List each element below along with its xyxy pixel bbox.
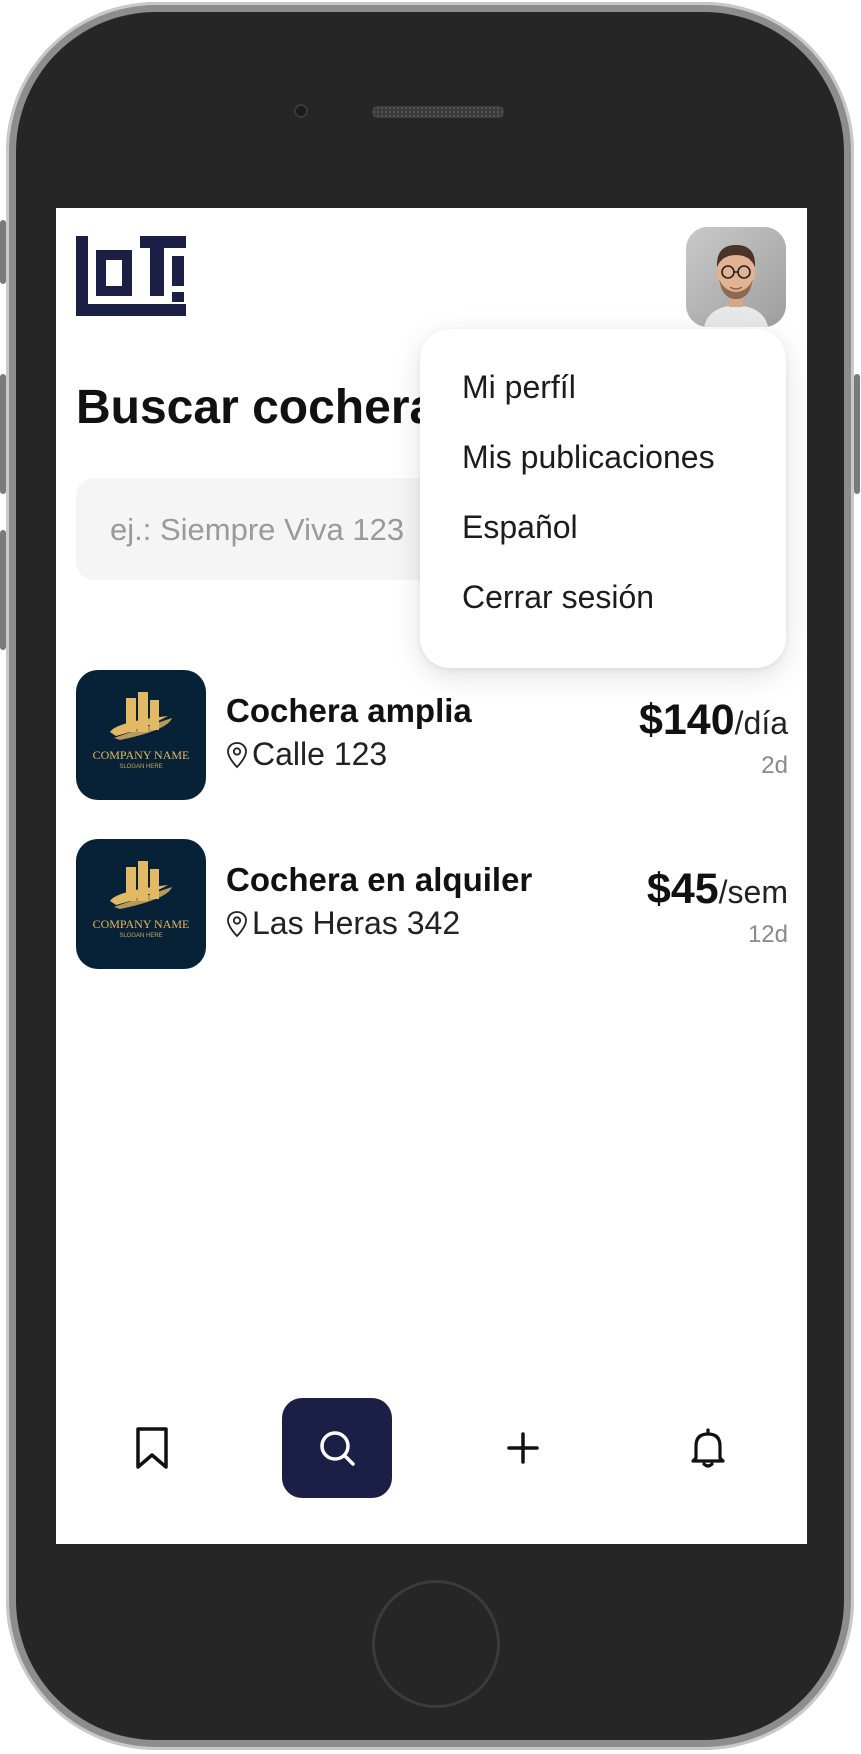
profile-dropdown-menu: Mi perfíl Mis publicaciones Español Cerr… (420, 329, 786, 668)
listing-thumbnail: COMPANY NAME SLOGAN HERE (76, 670, 206, 800)
nav-notifications[interactable] (653, 1398, 763, 1498)
price-unit: /sem (718, 874, 788, 910)
home-button[interactable] (372, 1580, 500, 1708)
company-name-text: COMPANY NAME (92, 917, 190, 931)
menu-item-publications[interactable]: Mis publicaciones (462, 439, 715, 476)
page-title: Buscar cocheras (76, 381, 463, 434)
plus-icon (507, 1432, 539, 1464)
price-amount: $140 (638, 696, 735, 744)
price-amount: $45 (646, 865, 719, 913)
listing-title: Cochera en alquiler (226, 861, 533, 898)
listing-price: $45/sem (647, 865, 788, 914)
company-slogan-text: SLOGAN HERE (119, 933, 163, 939)
company-name-text: COMPANY NAME (92, 748, 190, 762)
listing-address-text: Calle 123 (252, 736, 388, 772)
menu-item-logout[interactable]: Cerrar sesión (462, 579, 654, 616)
listing-card[interactable]: COMPANY NAME SLOGAN HERE Cochera amplia … (76, 670, 788, 802)
side-button (854, 374, 860, 494)
side-button (0, 374, 6, 494)
app-screen: Buscar cocheras COMPANY NAME SLOGAN HERE… (56, 208, 807, 1544)
listing-age: 2d (761, 752, 788, 779)
listing-age: 12d (747, 921, 788, 948)
listing-address: Calle 123 (226, 736, 387, 773)
listing-price: $140/día (639, 696, 788, 745)
company-logo-icon (110, 861, 172, 909)
menu-item-profile[interactable]: Mi perfíl (462, 369, 576, 406)
listing-address: Las Heras 342 (226, 905, 460, 942)
listing-card[interactable]: COMPANY NAME SLOGAN HERE Cochera en alqu… (76, 839, 788, 971)
speaker (372, 106, 504, 118)
search-icon (320, 1431, 355, 1466)
user-avatar[interactable] (686, 227, 786, 327)
menu-item-language[interactable]: Español (462, 509, 578, 546)
bell-icon (691, 1428, 725, 1468)
location-pin-icon (227, 910, 247, 937)
side-button (0, 530, 6, 650)
app-logo[interactable] (76, 236, 186, 316)
location-pin-icon (227, 741, 247, 768)
side-button (0, 220, 6, 284)
company-slogan-text: SLOGAN HERE (119, 764, 163, 770)
nav-bookmarks[interactable] (97, 1398, 207, 1498)
company-logo-icon (110, 692, 172, 740)
bookmark-icon (136, 1427, 168, 1469)
nav-search[interactable] (282, 1398, 392, 1498)
camera (294, 104, 308, 118)
nav-add[interactable] (468, 1398, 578, 1498)
price-unit: /día (734, 705, 788, 741)
listing-title: Cochera amplia (226, 692, 472, 729)
listing-thumbnail: COMPANY NAME SLOGAN HERE (76, 839, 206, 969)
listing-address-text: Las Heras 342 (252, 905, 461, 941)
